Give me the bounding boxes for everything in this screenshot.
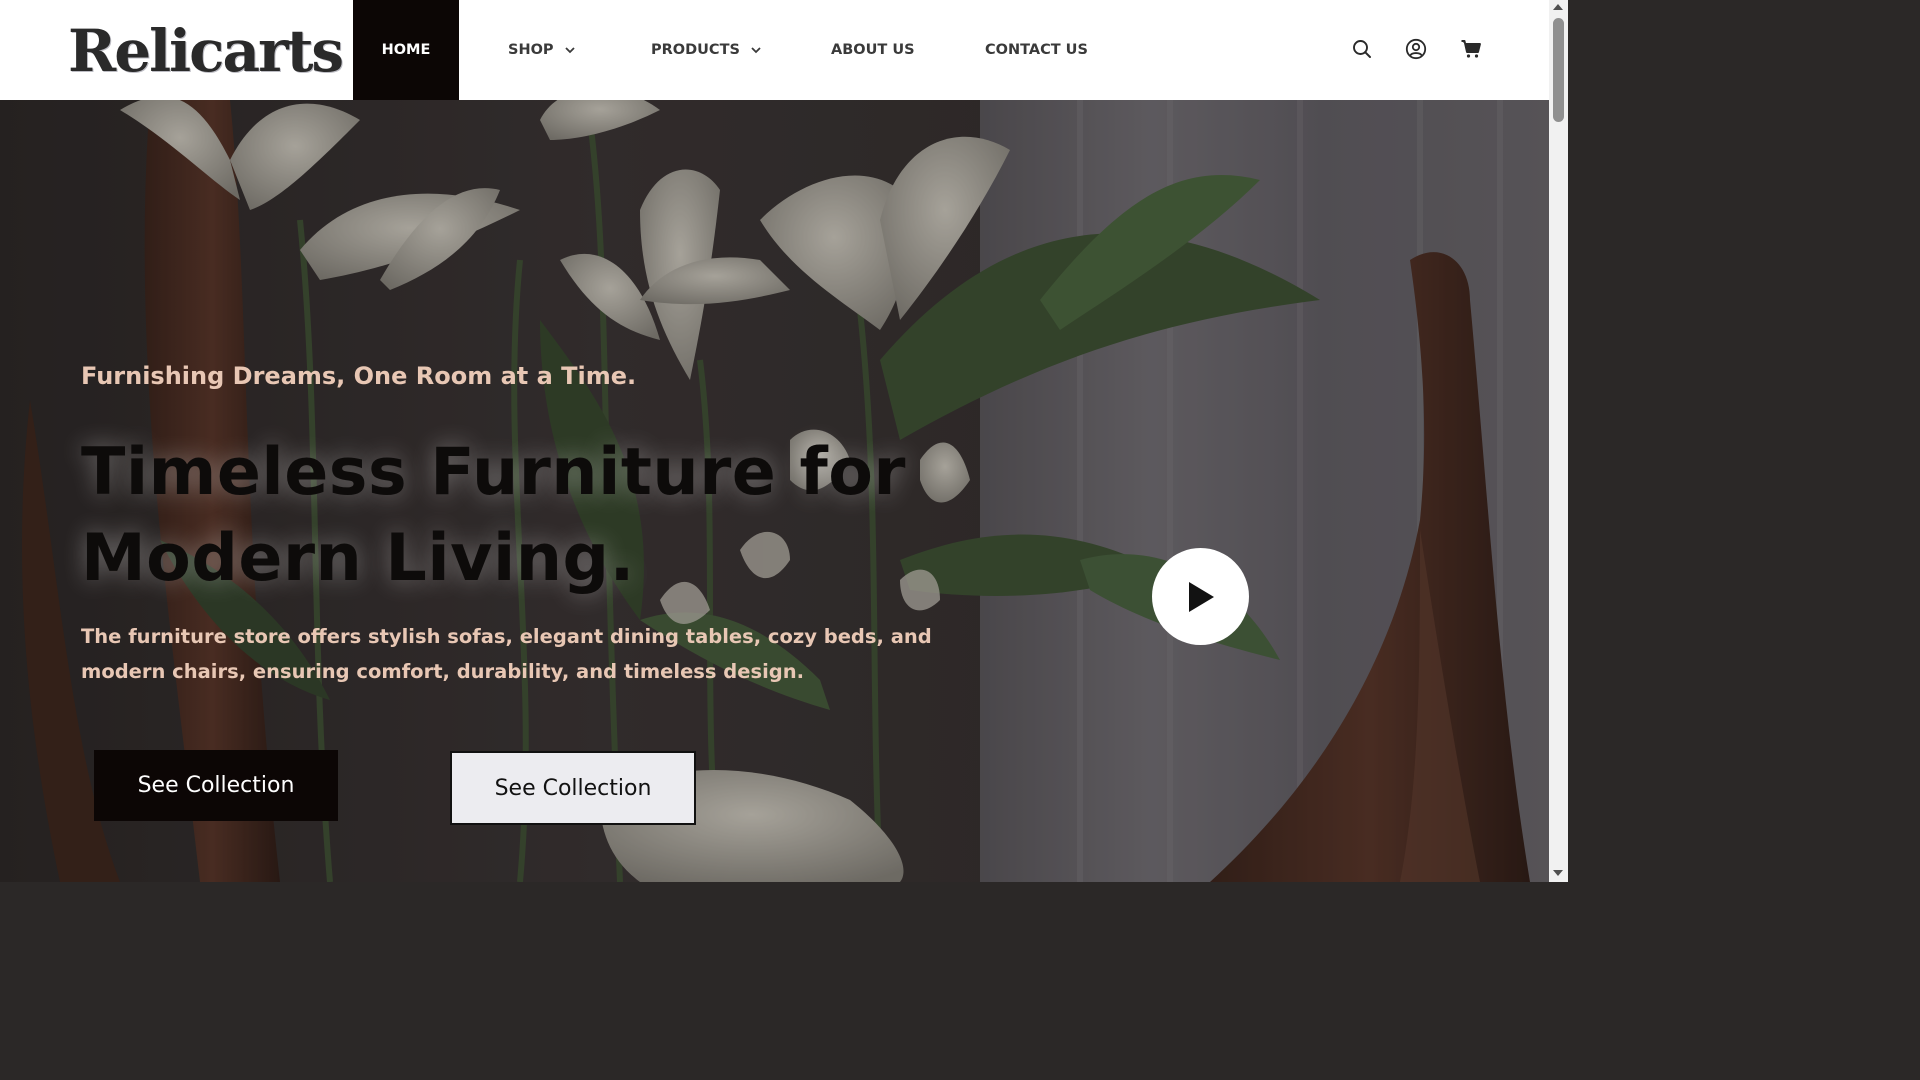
hero-headline: Timeless Furniture for Modern Living.: [81, 430, 941, 602]
site-header: Relicarts HOME SHOP PRODUCTS ABOUT US CO…: [0, 0, 1549, 100]
page-scrollbar[interactable]: [1549, 0, 1568, 882]
scrollbar-thumb[interactable]: [1553, 18, 1564, 122]
hero-tagline: Furnishing Dreams, One Room at a Time.: [81, 362, 637, 390]
nav-home-label: HOME: [381, 42, 431, 58]
see-collection-outline-button[interactable]: See Collection: [450, 751, 696, 825]
nav-shop[interactable]: SHOP: [508, 0, 576, 100]
chevron-down-icon: [564, 47, 575, 54]
brand-logo[interactable]: Relicarts: [68, 16, 344, 86]
hero-section: Furnishing Dreams, One Room at a Time. T…: [0, 100, 1549, 882]
search-icon[interactable]: [1351, 38, 1373, 60]
nav-home[interactable]: HOME: [353, 0, 459, 100]
nav-contact-us[interactable]: CONTACT US: [985, 0, 1088, 100]
hero-description: The furniture store offers stylish sofas…: [81, 625, 932, 683]
chevron-down-icon: [751, 47, 761, 54]
play-icon: [1188, 581, 1214, 612]
cart-icon[interactable]: [1460, 38, 1482, 60]
scroll-down-arrow-icon[interactable]: [1553, 870, 1563, 876]
nav-products-label: PRODUCTS: [651, 42, 740, 58]
play-video-button[interactable]: [1152, 548, 1249, 645]
hero-headline-line-2: Modern Living.: [81, 521, 635, 596]
scroll-up-arrow-icon[interactable]: [1553, 4, 1563, 10]
see-collection-button[interactable]: See Collection: [94, 750, 338, 821]
nav-shop-label: SHOP: [508, 42, 554, 58]
user-icon[interactable]: [1405, 38, 1427, 60]
nav-products[interactable]: PRODUCTS: [651, 0, 762, 100]
hero-headline-line-1: Timeless Furniture for: [81, 435, 906, 510]
nav-about-us[interactable]: ABOUT US: [831, 0, 915, 100]
nav-contact-label: CONTACT US: [985, 42, 1088, 58]
nav-about-label: ABOUT US: [831, 42, 915, 58]
